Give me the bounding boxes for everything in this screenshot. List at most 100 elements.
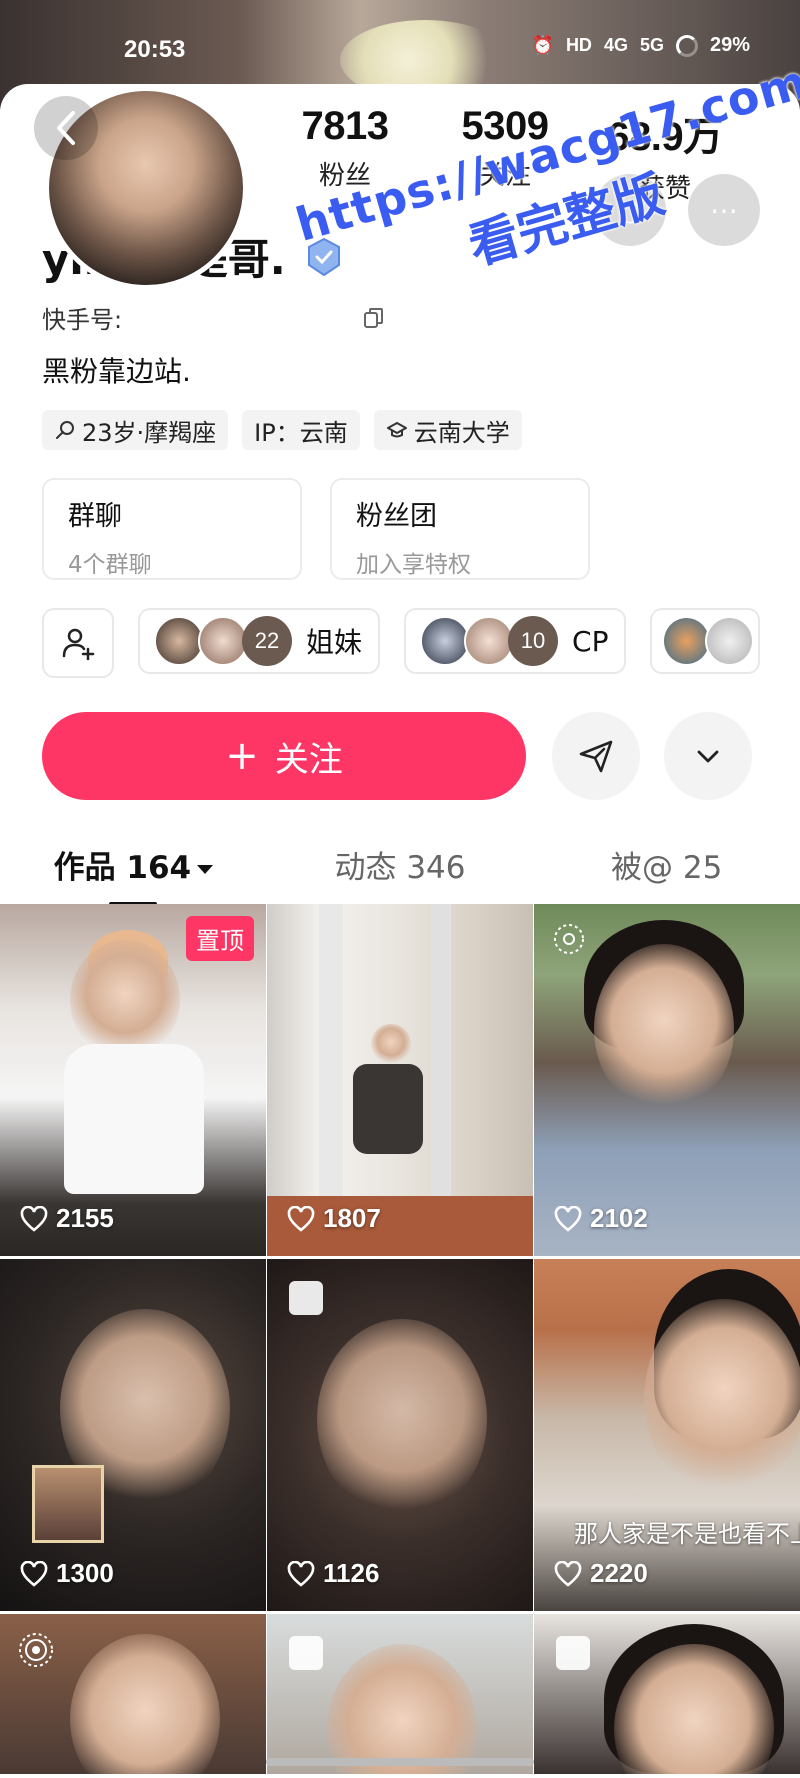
subject-face xyxy=(70,1634,220,1774)
content-tabs: 作品 164 动态 346 被@ 25 xyxy=(0,836,800,908)
subject-shirt xyxy=(64,1044,204,1194)
caret-down-icon xyxy=(197,865,214,874)
tag-label: 云南大学 xyxy=(413,418,510,447)
home-indicator[interactable] xyxy=(266,1758,534,1766)
circle-label: 姐妹 xyxy=(306,626,363,659)
tab-works[interactable]: 作品 164 xyxy=(0,836,267,908)
live-photo-icon xyxy=(554,924,584,954)
video-caption: 那人家是不是也看不上你 xyxy=(574,1520,800,1548)
subject-body xyxy=(353,1064,423,1154)
expand-button[interactable] xyxy=(664,712,752,800)
like-count: 1300 xyxy=(20,1558,114,1589)
heart-icon xyxy=(287,1560,315,1587)
member-avatar xyxy=(154,616,204,666)
stat-value: 7813 xyxy=(301,104,389,148)
photo-icon xyxy=(289,1281,323,1315)
box-subtitle: 4个群聊 xyxy=(68,552,152,578)
status-time: 20:53 xyxy=(124,36,186,63)
tab-label: 动态 346 xyxy=(334,850,466,886)
battery-icon xyxy=(675,34,698,57)
follow-label: 关注 xyxy=(274,739,343,780)
tag-label: IP：云南 xyxy=(254,418,348,447)
feature-boxes: 群聊 4个群聊 粉丝团 加入享特权 xyxy=(42,478,590,580)
circle-label: CP xyxy=(572,624,609,658)
subject-face xyxy=(644,1299,800,1499)
tab-label: 被@ 25 xyxy=(611,850,723,886)
send-message-button[interactable] xyxy=(552,712,640,800)
box-subtitle: 加入享特权 xyxy=(356,552,471,578)
profile-bio: 黑粉靠边站. xyxy=(42,355,191,388)
tag-age[interactable]: 23岁·摩羯座 xyxy=(42,410,229,450)
photo-icon xyxy=(556,1636,590,1670)
work-tile[interactable]: 1300 xyxy=(0,1259,266,1611)
like-value: 2220 xyxy=(590,1558,648,1588)
back-button[interactable] xyxy=(34,96,98,160)
action-row: + 关注 xyxy=(42,712,760,800)
subject-face xyxy=(317,1319,487,1519)
tag-ip[interactable]: IP：云南 xyxy=(242,410,360,450)
battery-level: 29% xyxy=(709,34,750,56)
tab-moments[interactable]: 动态 346 xyxy=(267,836,534,908)
like-count: 2102 xyxy=(554,1203,648,1234)
work-tile[interactable]: 置顶 2155 xyxy=(0,904,266,1256)
status-icons: ⏰ HD 4G 5G 29% xyxy=(532,34,750,57)
circle-sisters[interactable]: 22 姐妹 xyxy=(138,608,381,674)
pinned-badge: 置顶 xyxy=(186,916,254,961)
work-tile[interactable]: 2102 xyxy=(534,904,800,1256)
kuaishou-id-value xyxy=(132,304,343,331)
signal-4g-icon: 4G xyxy=(603,35,628,55)
add-user-icon xyxy=(62,628,95,661)
signal-5g-icon: 5G xyxy=(639,35,664,55)
like-count: 1807 xyxy=(287,1203,381,1234)
like-count: 1126 xyxy=(287,1558,379,1589)
tab-mentions[interactable]: 被@ 25 xyxy=(533,836,800,908)
work-tile[interactable] xyxy=(534,1614,800,1774)
fan-club-box[interactable]: 粉丝团 加入享特权 xyxy=(330,478,590,580)
member-avatar xyxy=(705,616,755,666)
search-icon xyxy=(56,421,74,439)
paper-plane-icon xyxy=(579,740,613,773)
work-tile[interactable]: 那人家是不是也看不上你 2220 xyxy=(534,1259,800,1611)
school-icon xyxy=(386,422,407,438)
heart-icon xyxy=(20,1205,48,1232)
work-tile[interactable] xyxy=(267,1614,533,1774)
member-avatar xyxy=(662,616,712,666)
box-title: 粉丝团 xyxy=(356,501,437,532)
live-photo-icon xyxy=(19,1633,53,1667)
alarm-icon: ⏰ xyxy=(531,35,554,55)
circle-cp[interactable]: 10 CP xyxy=(404,608,627,674)
member-avatar xyxy=(464,616,515,666)
profile-tags: 23岁·摩羯座 IP：云南 云南大学 xyxy=(42,410,522,450)
kuaishou-id-label: 快手号: xyxy=(42,306,123,334)
box-title: 群聊 xyxy=(68,501,122,532)
tag-school[interactable]: 云南大学 xyxy=(373,410,522,450)
subject-face xyxy=(594,944,734,1114)
member-count: 10 xyxy=(508,616,559,666)
chevron-left-icon xyxy=(57,111,75,145)
friend-circles-row: 22 姐妹 10 CP xyxy=(42,608,761,678)
member-count: 22 xyxy=(242,616,292,666)
work-tile[interactable]: 1807 xyxy=(267,904,533,1256)
hd-icon: HD xyxy=(565,35,592,55)
like-value: 1807 xyxy=(323,1203,381,1233)
member-avatar xyxy=(420,616,471,666)
heart-icon xyxy=(554,1205,582,1232)
inset-thumbnail xyxy=(32,1465,104,1543)
profile-card: ○ ⋯ 7813 粉丝 5309 关注 68.9万 获赞 ying也是哥. 快手… xyxy=(0,84,800,1778)
like-value: 2102 xyxy=(590,1203,648,1233)
group-chat-box[interactable]: 群聊 4个群聊 xyxy=(42,478,302,580)
heart-icon xyxy=(20,1560,48,1587)
follow-button[interactable]: + 关注 xyxy=(42,712,526,800)
subject-face xyxy=(371,1024,411,1064)
circle-more[interactable] xyxy=(650,608,761,674)
like-count: 2155 xyxy=(20,1203,114,1234)
works-grid: 置顶 2155 1807 2102 1300 1126 那人家是不是也看不 22… xyxy=(0,904,800,1774)
work-tile[interactable] xyxy=(0,1614,266,1774)
work-tile[interactable]: 1126 xyxy=(267,1259,533,1611)
plus-icon: + xyxy=(225,733,259,779)
like-value: 2155 xyxy=(56,1203,114,1233)
add-friend-button[interactable] xyxy=(42,608,114,678)
heart-icon xyxy=(554,1560,582,1587)
subject-face xyxy=(70,940,180,1060)
like-value: 1300 xyxy=(56,1558,114,1588)
